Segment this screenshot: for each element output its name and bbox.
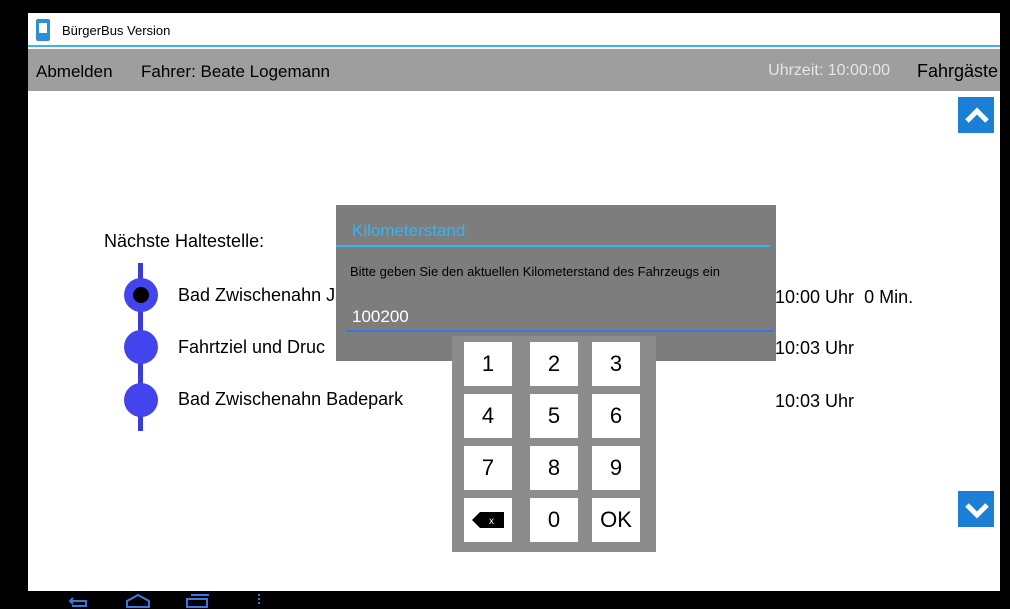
- key-8[interactable]: 8: [530, 446, 578, 490]
- ok-button[interactable]: OK: [592, 498, 640, 542]
- back-icon[interactable]: [66, 591, 92, 609]
- scroll-down-button[interactable]: [956, 489, 996, 529]
- header-bar: Abmelden Fahrer: Beate Logemann Uhrzeit:…: [28, 49, 1000, 91]
- chevron-up-icon: [965, 107, 989, 123]
- key-2[interactable]: 2: [530, 342, 578, 386]
- key-6[interactable]: 6: [592, 394, 640, 438]
- dialog-divider: [336, 245, 770, 247]
- stop-marker-current: [124, 278, 158, 312]
- home-icon[interactable]: [124, 591, 152, 609]
- stop-delay: 0 Min.: [864, 287, 914, 307]
- clock-label: Uhrzeit: 10:00:00: [768, 62, 890, 79]
- numeric-keypad: 1 2 3 4 5 6 7 8 9 x 0 OK: [452, 336, 656, 552]
- stop-arrival-time: 10:00 Uhr: [775, 287, 855, 307]
- key-7[interactable]: 7: [464, 446, 512, 490]
- odometer-input[interactable]: [346, 304, 774, 332]
- backspace-icon: x: [472, 512, 504, 528]
- key-3[interactable]: 3: [592, 342, 640, 386]
- menu-icon[interactable]: [256, 591, 262, 609]
- key-9[interactable]: 9: [592, 446, 640, 490]
- title-bar: BürgerBus Version: [28, 13, 1000, 47]
- recent-apps-icon[interactable]: [184, 591, 212, 609]
- backspace-button[interactable]: x: [464, 498, 512, 542]
- svg-text:x: x: [489, 516, 494, 527]
- stop-name[interactable]: Bad Zwischenahn Badepark: [178, 389, 403, 410]
- chevron-down-icon: [965, 503, 989, 519]
- key-0[interactable]: 0: [530, 498, 578, 542]
- stop-name[interactable]: Bad Zwischenahn J: [178, 285, 335, 306]
- key-4[interactable]: 4: [464, 394, 512, 438]
- dialog-title: Kilometerstand: [352, 221, 466, 240]
- stop-time: 10:00 Uhr 0 Min.: [775, 287, 913, 308]
- dialog-message: Bitte geben Sie den aktuellen Kilometers…: [350, 264, 721, 279]
- passengers-button[interactable]: Fahrgäste: [917, 61, 998, 82]
- driver-label: Fahrer: Beate Logemann: [141, 62, 331, 81]
- next-stop-label: Nächste Haltestelle:: [104, 231, 265, 251]
- logout-button[interactable]: Abmelden: [36, 62, 113, 82]
- scroll-up-button[interactable]: [956, 95, 996, 135]
- stop-marker: [124, 383, 158, 417]
- key-5[interactable]: 5: [530, 394, 578, 438]
- key-1[interactable]: 1: [464, 342, 512, 386]
- stop-arrival-time: 10:03 Uhr: [775, 338, 855, 358]
- stop-arrival-time: 10:03 Uhr: [775, 391, 855, 411]
- app-icon: [36, 19, 50, 41]
- stop-marker: [124, 330, 158, 364]
- stop-name[interactable]: Fahrtziel und Druc: [178, 337, 325, 358]
- window-title: BürgerBus Version: [62, 23, 171, 38]
- android-nav-bar: [28, 591, 1000, 609]
- app-screen: BürgerBus Version Abmelden Fahrer: Beate…: [28, 13, 1000, 591]
